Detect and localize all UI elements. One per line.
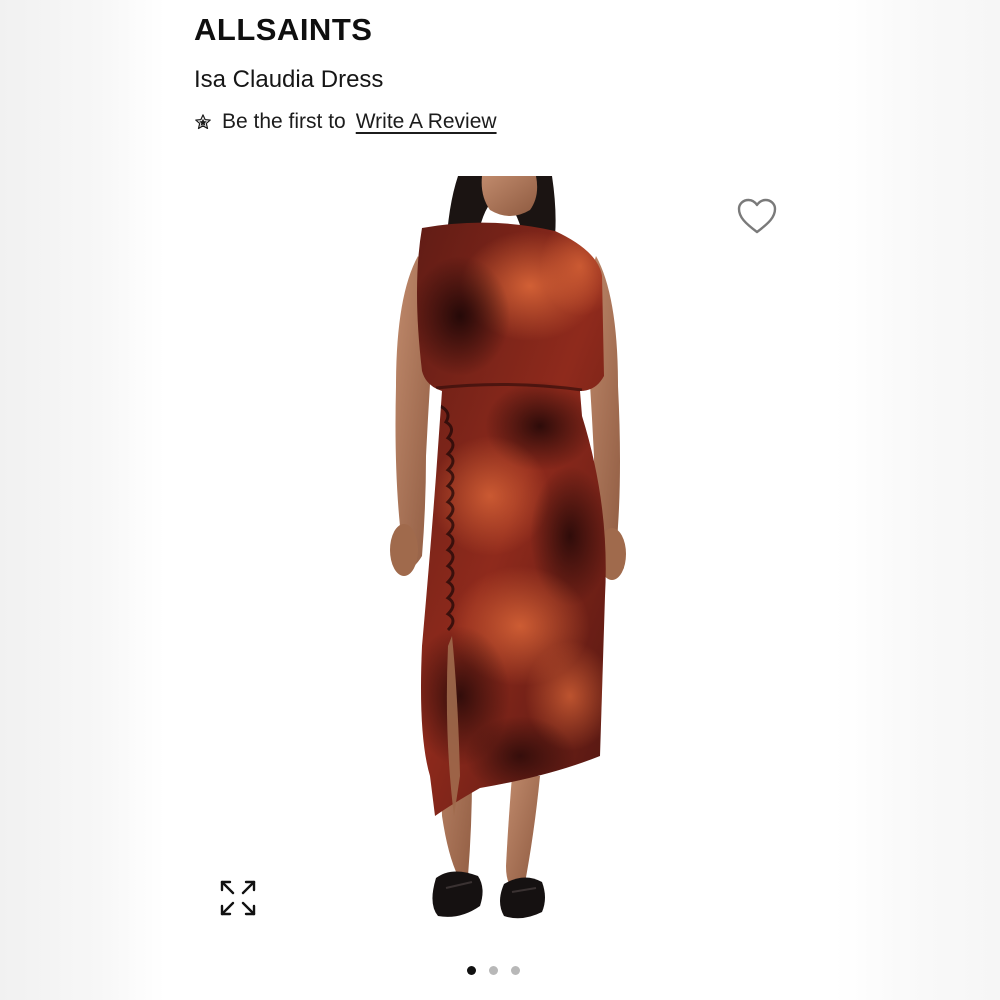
heart-outline-icon[interactable] — [735, 196, 779, 236]
carousel-dot-2[interactable] — [489, 966, 498, 975]
review-prompt: Be the first to — [222, 110, 346, 133]
carousel-dot-3[interactable] — [511, 966, 520, 975]
star-icon — [195, 114, 211, 130]
product-title: Isa Claudia Dress — [194, 66, 384, 93]
review-row: Be the first to Write A Review — [194, 110, 497, 134]
product-page: ALLSAINTS Isa Claudia Dress Be the first… — [0, 0, 1000, 1000]
expand-arrows-icon[interactable] — [218, 878, 258, 918]
model-wearing-dress-photo — [390, 176, 626, 919]
carousel-dots — [0, 966, 1000, 980]
left-blur-margin — [0, 0, 165, 1000]
brand-name[interactable]: ALLSAINTS — [194, 12, 372, 48]
right-blur-margin — [835, 0, 1000, 1000]
product-image[interactable] — [190, 176, 825, 936]
carousel-dot-1[interactable] — [467, 966, 476, 975]
write-review-link[interactable]: Write A Review — [356, 110, 497, 134]
